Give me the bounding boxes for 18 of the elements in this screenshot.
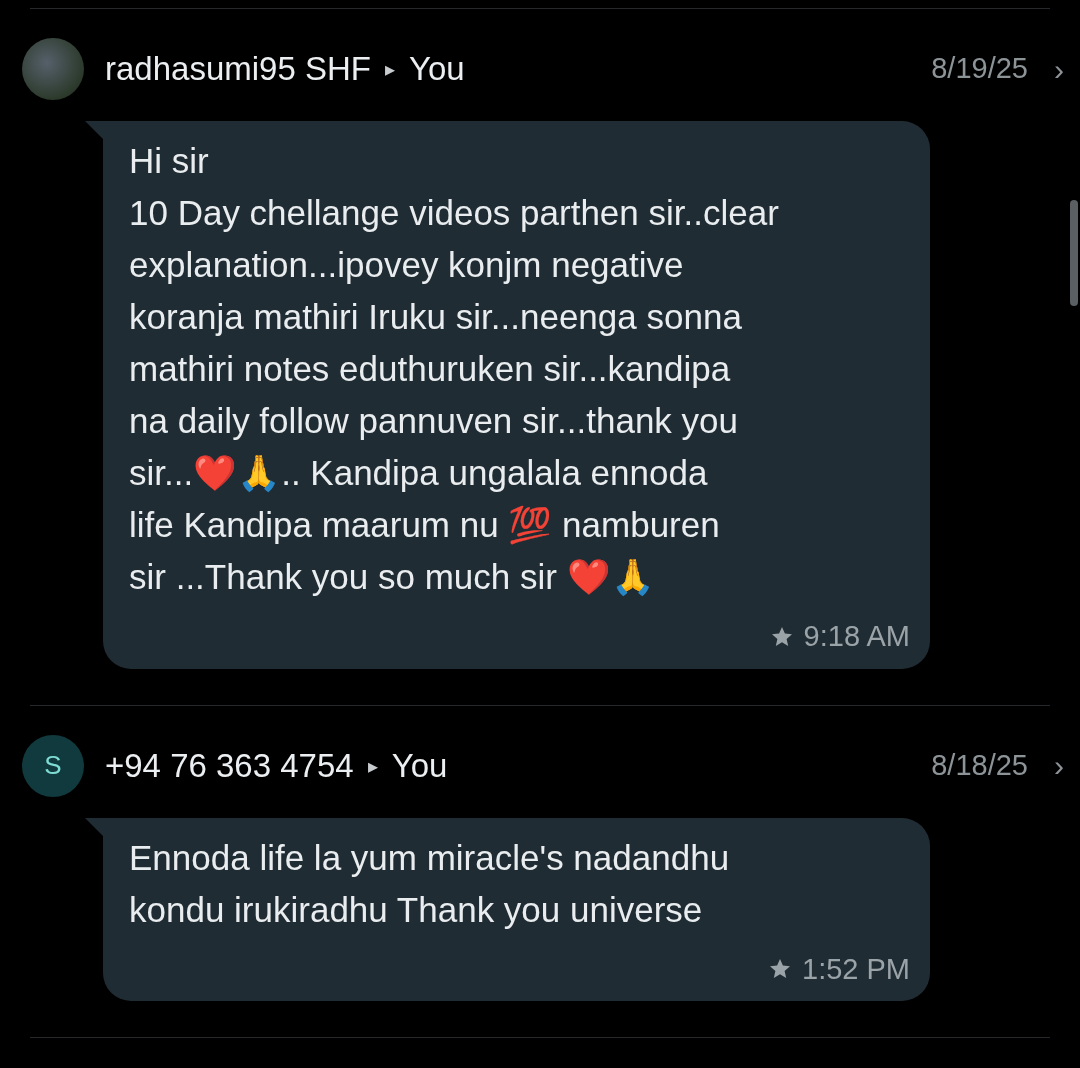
arrow-icon: ▸ <box>367 750 378 781</box>
message-bubble[interactable] <box>103 121 930 669</box>
message-text: Hi sir 10 Day chellange videos parthen sir..clear explanation...ipovey konjm negative koranja mathiri Iruku sir...neenga sonna mathiri notes eduthuruken sir...kandipa na daily follow pannuven sir...thank you sir...❤🙏.. Kandipa ungalala ennoda life Kandipa maarum nu 💯 namburen sir ...Thank you so much sir ❤🙏 <box>129 140 780 598</box>
message-bubble[interactable]: Ennoda life la yum miracle's nadandhu kondu irukiradhu Thank you universe 1:52 PM <box>103 817 930 1001</box>
arrow-icon: ▸ <box>384 54 395 84</box>
avatar[interactable]: S <box>22 734 84 797</box>
message-date: 8/19/25 <box>931 51 1028 87</box>
message-text: Ennoda life la yum miracle's nadandhu kondu irukiradhu Thank you universe <box>129 836 731 931</box>
message-time: 9:18 AM <box>803 619 910 654</box>
chevron-icon: › <box>1054 46 1064 92</box>
sender-name: radhasumi95 SHF <box>105 49 371 90</box>
scrollbar-thumb[interactable] <box>1070 200 1078 306</box>
message-date: 8/18/25 <box>931 747 1028 783</box>
sender-name: +94 76 363 4754 <box>105 745 354 786</box>
recipient-name: You <box>391 745 448 786</box>
message-time: 1:52 PM <box>802 951 910 987</box>
chevron-icon: › <box>1054 743 1064 788</box>
recipient-name: You <box>408 49 465 90</box>
